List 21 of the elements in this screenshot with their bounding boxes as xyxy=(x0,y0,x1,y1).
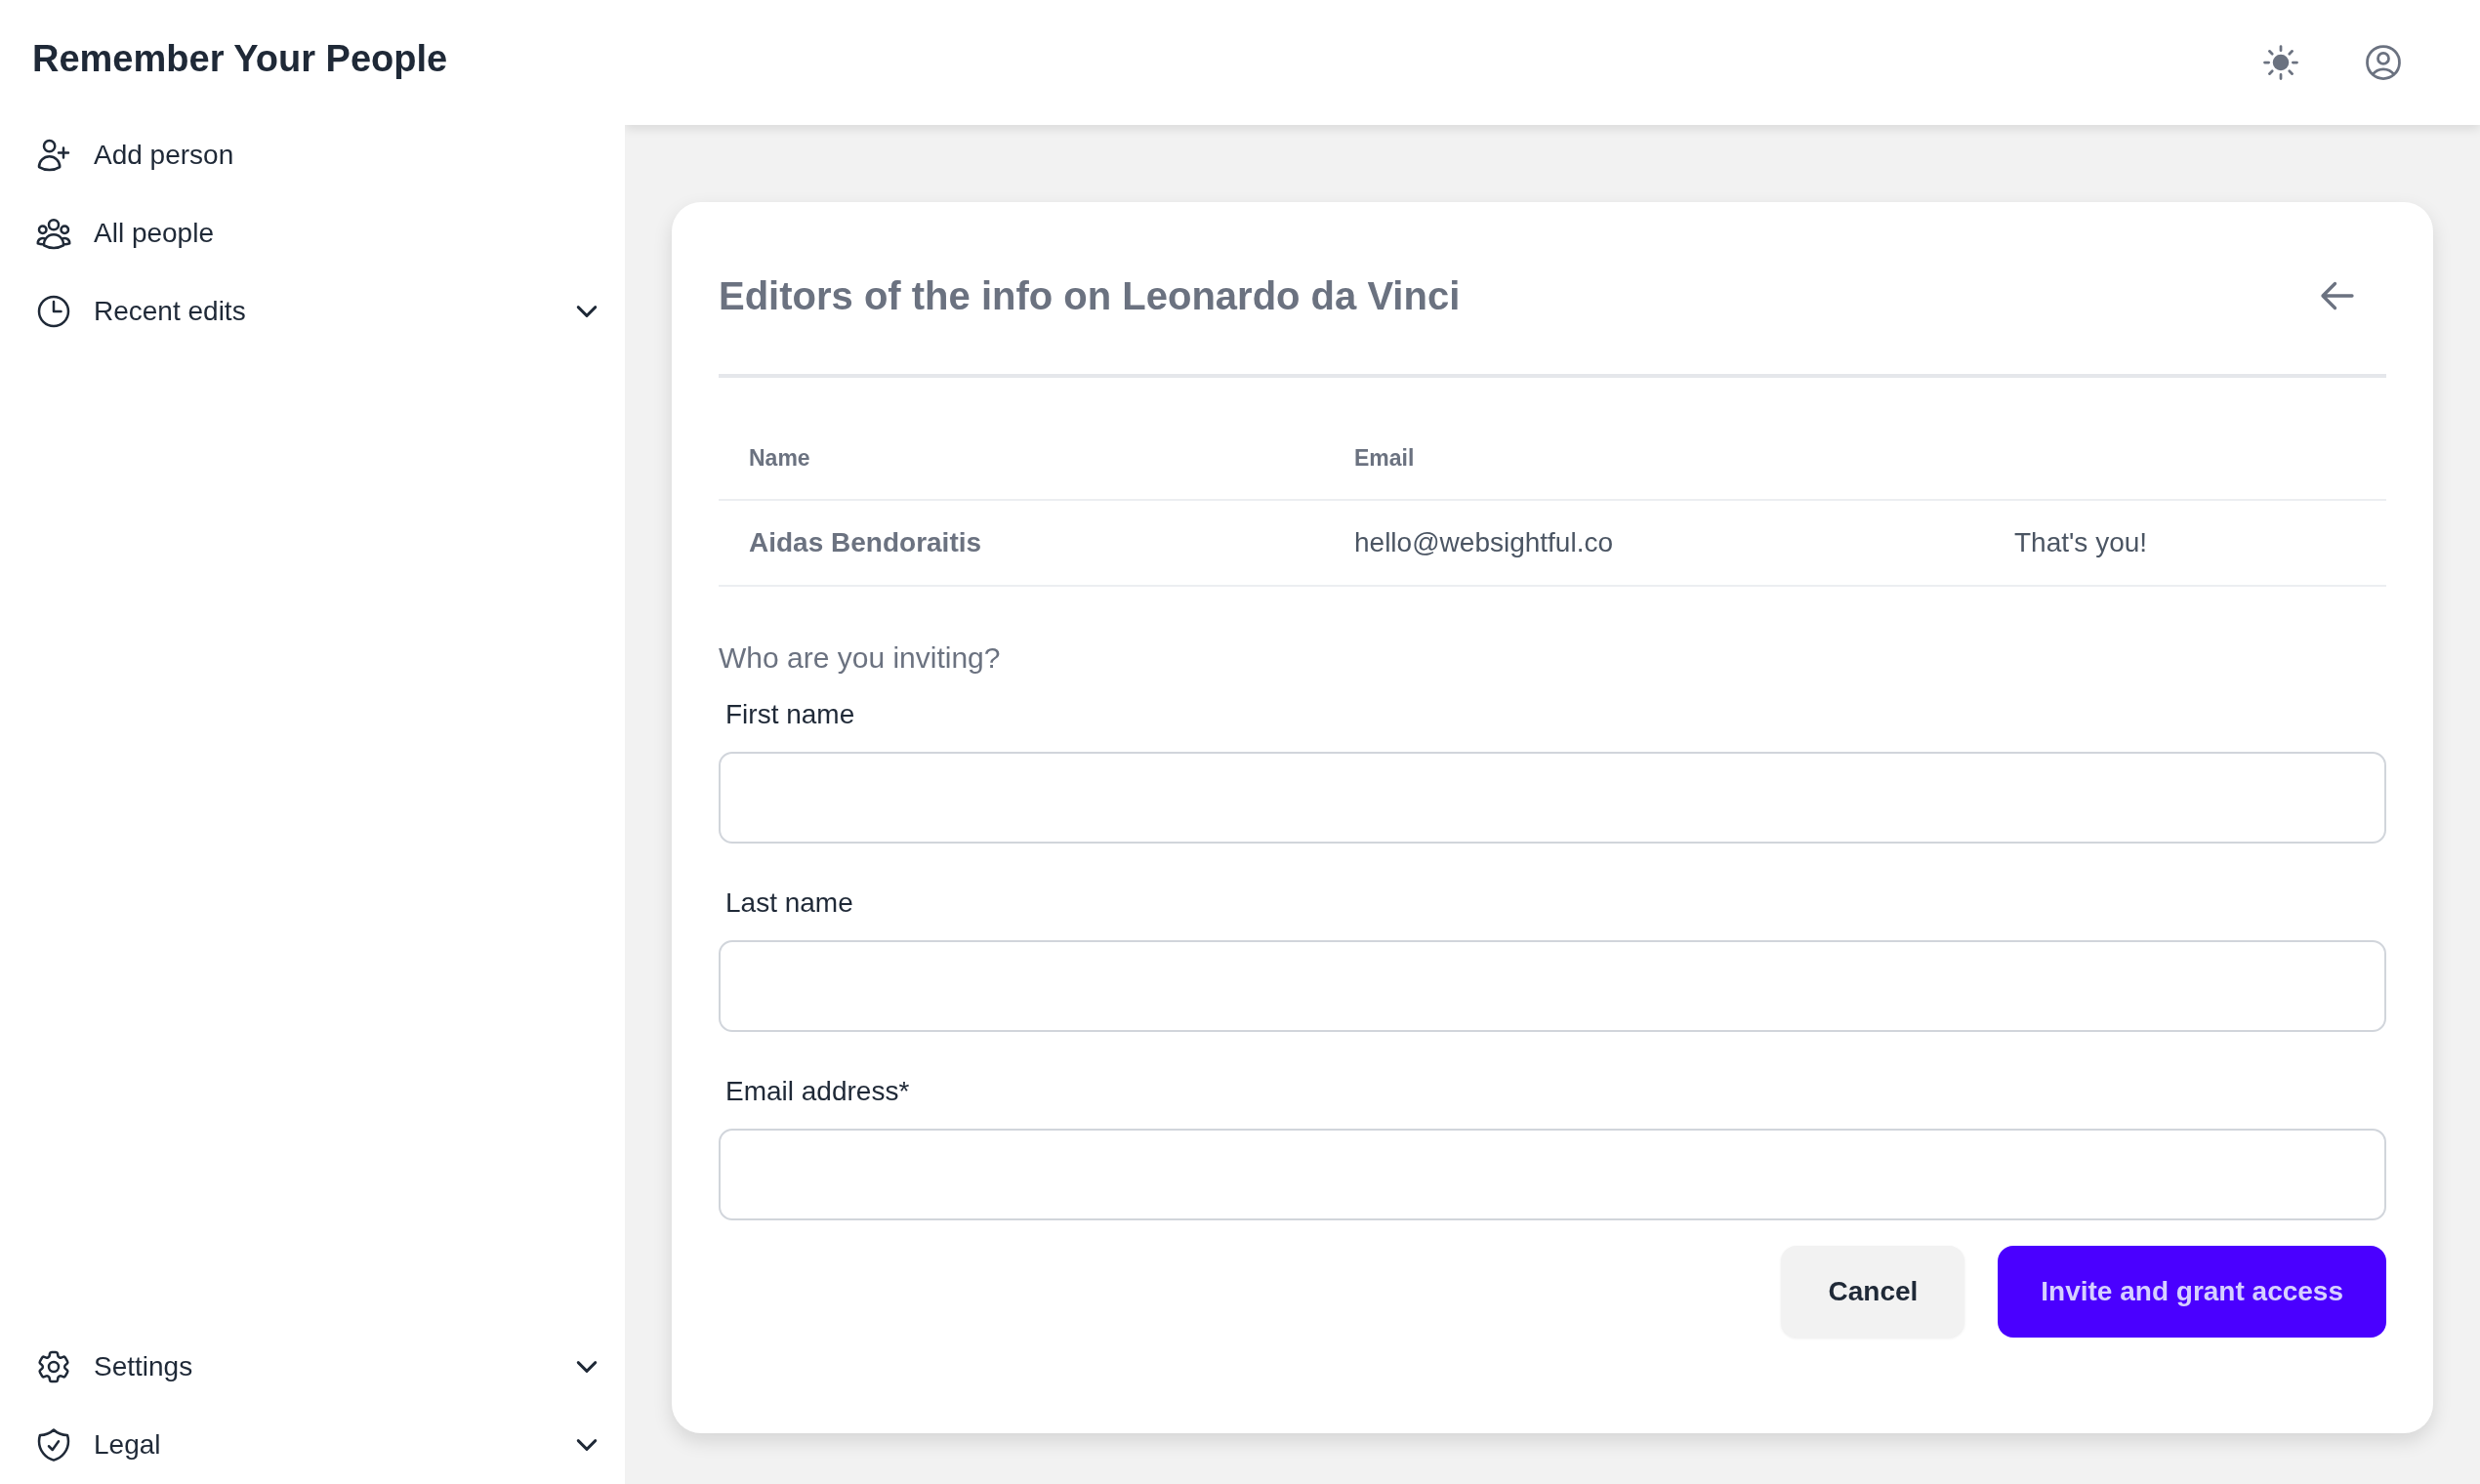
nav-group-button[interactable]: Recent edits xyxy=(0,272,625,350)
form-prompt: Who are you inviting? xyxy=(719,640,1002,676)
nav-group-button[interactable]: Legal xyxy=(0,1406,625,1484)
card-title: Editors of the info on Leonardo da Vinci xyxy=(719,273,1461,318)
text-input[interactable] xyxy=(719,1129,2386,1220)
text-input[interactable] xyxy=(719,940,2386,1032)
field-label: Email address* xyxy=(725,1075,910,1108)
nav-link[interactable]: All people xyxy=(0,194,625,272)
nav-group-button[interactable]: Settings xyxy=(0,1328,625,1406)
table-cell: That's you! xyxy=(2014,527,2148,558)
column-header: Email xyxy=(1354,444,1415,472)
app-title: Remember Your People xyxy=(31,37,449,81)
field-label: First name xyxy=(725,698,855,731)
invite-button[interactable]: Invite and grant access xyxy=(1998,1246,2386,1338)
table-cell: hello@websightful.co xyxy=(1354,527,1613,558)
text-input[interactable] xyxy=(719,752,2386,844)
nav-link[interactable]: Add person xyxy=(0,116,625,194)
table-cell: Aidas Bendoraitis xyxy=(749,527,982,558)
cancel-button[interactable]: Cancel xyxy=(1781,1246,1965,1338)
field-label: Last name xyxy=(725,886,853,920)
column-header: Name xyxy=(749,444,810,472)
